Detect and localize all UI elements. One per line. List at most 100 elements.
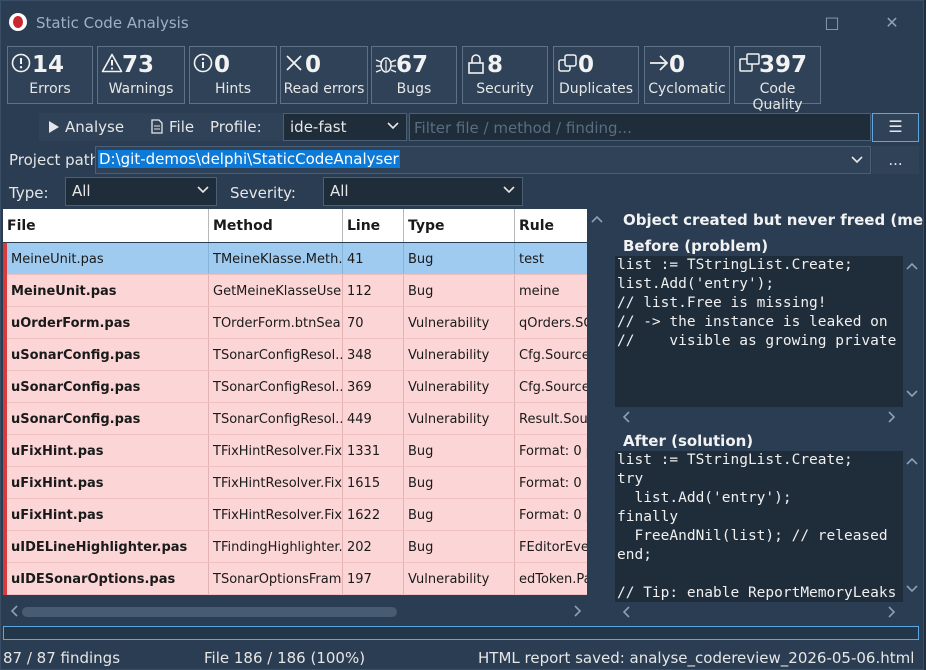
finding-title: Object created but never freed (memory l… — [623, 211, 923, 229]
cell-rule: Cfg.SourceT — [519, 380, 587, 395]
scroll-up-icon[interactable] — [906, 455, 918, 469]
scroll-up-icon[interactable] — [591, 213, 603, 227]
cell-type: Bug — [404, 499, 515, 530]
cell-type: Bug — [404, 243, 515, 274]
maximize-button[interactable]: □ — [817, 9, 847, 37]
stat-duplicates-label: Duplicates — [559, 81, 633, 97]
before-heading: Before (problem) — [623, 237, 769, 255]
scroll-left-icon[interactable] — [621, 605, 631, 622]
cell-rule: edToken.Pas — [519, 572, 587, 587]
table-row[interactable]: uIDELineHighlighter.pas TFindingHighlight… — [3, 531, 587, 563]
scroll-left-icon[interactable] — [621, 410, 631, 427]
cell-file: uSonarConfig.pas — [7, 339, 209, 370]
stat-code-quality[interactable]: 397 Code Quality — [734, 46, 821, 113]
stat-read-errors[interactable]: 0 Read errors — [280, 46, 368, 104]
column-header-method[interactable]: Method — [209, 209, 343, 242]
cell-line: 41 — [343, 243, 404, 274]
cell-method: TSonarConfigResol... — [209, 371, 343, 402]
table-row[interactable]: uFixHint.pas TFixHintResolver.Fix... 1615 B… — [3, 467, 587, 499]
scroll-right-icon[interactable] — [573, 604, 583, 621]
stat-cyclomatic[interactable]: 0 Cyclomatic — [644, 46, 730, 104]
grid-horizontal-scrollbar[interactable] — [3, 602, 587, 622]
severity-select[interactable]: All — [323, 177, 523, 206]
scroll-down-icon[interactable] — [906, 388, 918, 402]
project-path-label: Project path: — [9, 151, 105, 169]
window-title: Static Code Analysis — [36, 14, 189, 32]
table-row[interactable]: uFixHint.pas TFixHintResolver.Fix... 1622 B… — [3, 499, 587, 531]
cell-line: 70 — [343, 307, 404, 338]
error-icon — [11, 53, 31, 73]
profile-select[interactable]: ide-fast — [283, 113, 407, 141]
after-code-horizontal-scrollbar[interactable] — [615, 602, 903, 622]
stat-errors[interactable]: 14 Errors — [7, 46, 93, 104]
table-row[interactable]: uOrderForm.pas TOrderForm.btnSea... 70 Vuln… — [3, 307, 587, 339]
app-logo-icon — [9, 13, 27, 31]
lock-icon — [466, 53, 486, 74]
scroll-up-icon[interactable] — [906, 260, 918, 274]
stat-duplicates[interactable]: 0 Duplicates — [553, 46, 639, 104]
cell-line: 197 — [343, 563, 404, 594]
project-path-value: D:\git-demos\delphi\StaticCodeAnalyser — [98, 150, 400, 168]
browse-button[interactable]: ... — [872, 146, 919, 174]
table-row[interactable]: uIDESonarOptions.pas TSonarOptionsFram...… — [3, 563, 587, 595]
analyse-button[interactable]: Analyse — [49, 113, 124, 141]
cell-file: uFixHint.pas — [7, 467, 209, 498]
after-code-panel[interactable]: list := TStringList.Create; try list.Add… — [615, 451, 921, 622]
stat-bugs-label: Bugs — [396, 81, 432, 97]
scroll-right-icon[interactable] — [887, 410, 897, 427]
status-findings: 87 / 87 findings — [3, 649, 121, 667]
cell-file: uSonarConfig.pas — [7, 371, 209, 402]
menu-button[interactable]: ☰ — [872, 113, 919, 142]
column-header-rule[interactable]: Rule — [515, 209, 587, 242]
chevron-down-icon[interactable] — [850, 150, 864, 174]
before-code-vertical-scrollbar[interactable] — [903, 256, 921, 427]
cell-type: Bug — [404, 467, 515, 498]
grid-vertical-scrollbar[interactable] — [587, 209, 609, 602]
stat-read-errors-label: Read errors — [283, 81, 365, 97]
cell-method: TFindingHighlighter.... — [209, 531, 343, 562]
severity-label: Severity: — [230, 184, 296, 202]
after-heading: After (solution) — [623, 432, 754, 450]
table-row[interactable]: MeineUnit.pas TMeineKlasse.Meth... 41 Bug te… — [3, 243, 587, 275]
column-header-type[interactable]: Type — [404, 209, 515, 242]
file-button[interactable]: File — [151, 113, 194, 141]
cell-type: Bug — [404, 275, 515, 306]
cell-file: uFixHint.pas — [7, 499, 209, 530]
scroll-down-icon[interactable] — [906, 583, 918, 597]
close-button[interactable]: ✕ — [877, 9, 907, 37]
stat-hints[interactable]: 0 Hints — [189, 46, 277, 104]
findings-grid[interactable]: File Method Line Type Rule MeineUnit.pas… — [3, 209, 609, 622]
stat-warnings[interactable]: 73 Warnings — [97, 46, 185, 104]
cell-rule: Format: 0 pl — [519, 444, 587, 459]
filter-input[interactable]: Filter file / method / finding... — [409, 113, 871, 141]
before-code-horizontal-scrollbar[interactable] — [615, 407, 903, 427]
table-row[interactable]: uSonarConfig.pas TSonarConfigResol... 369 V… — [3, 371, 587, 403]
scroll-left-icon[interactable] — [9, 604, 19, 621]
cell-rule: Format: 0 pl — [519, 508, 587, 523]
table-row[interactable]: uSonarConfig.pas TSonarConfigResol... 449 V… — [3, 403, 587, 435]
table-row[interactable]: uSonarConfig.pas TSonarConfigResol... 348 V… — [3, 339, 587, 371]
cell-file: uFixHint.pas — [7, 435, 209, 466]
play-icon — [49, 121, 59, 133]
cell-line: 369 — [343, 371, 404, 402]
cell-method: TSonarOptionsFram... — [209, 563, 343, 594]
stat-bugs[interactable]: 67 Bugs — [371, 46, 457, 104]
before-code-panel[interactable]: list := TStringList.Create; list.Add('en… — [615, 256, 921, 427]
table-row[interactable]: uFixHint.pas TFixHintResolver.Fix... 1331 B… — [3, 435, 587, 467]
cell-method: TSonarConfigResol... — [209, 339, 343, 370]
cell-rule: Result.Sourc — [519, 412, 587, 427]
type-select[interactable]: All — [65, 177, 217, 206]
column-header-line[interactable]: Line — [343, 209, 404, 242]
scroll-right-icon[interactable] — [887, 605, 897, 622]
stat-hints-label: Hints — [214, 81, 252, 97]
cell-method: TMeineKlasse.Meth... — [209, 243, 343, 274]
chevron-down-icon — [386, 116, 400, 140]
after-code-vertical-scrollbar[interactable] — [903, 451, 921, 622]
table-row[interactable]: MeineUnit.pas GetMeineKlasseUse... 112 Bug m… — [3, 275, 587, 307]
column-header-file[interactable]: File — [3, 209, 209, 242]
cell-type: Bug — [404, 531, 515, 562]
stat-security[interactable]: 8 Security — [462, 46, 548, 104]
project-path-field[interactable]: D:\git-demos\delphi\StaticCodeAnalyser — [95, 146, 871, 174]
grid-scroll-thumb[interactable] — [22, 607, 397, 617]
cell-type: Vulnerability — [404, 339, 515, 370]
